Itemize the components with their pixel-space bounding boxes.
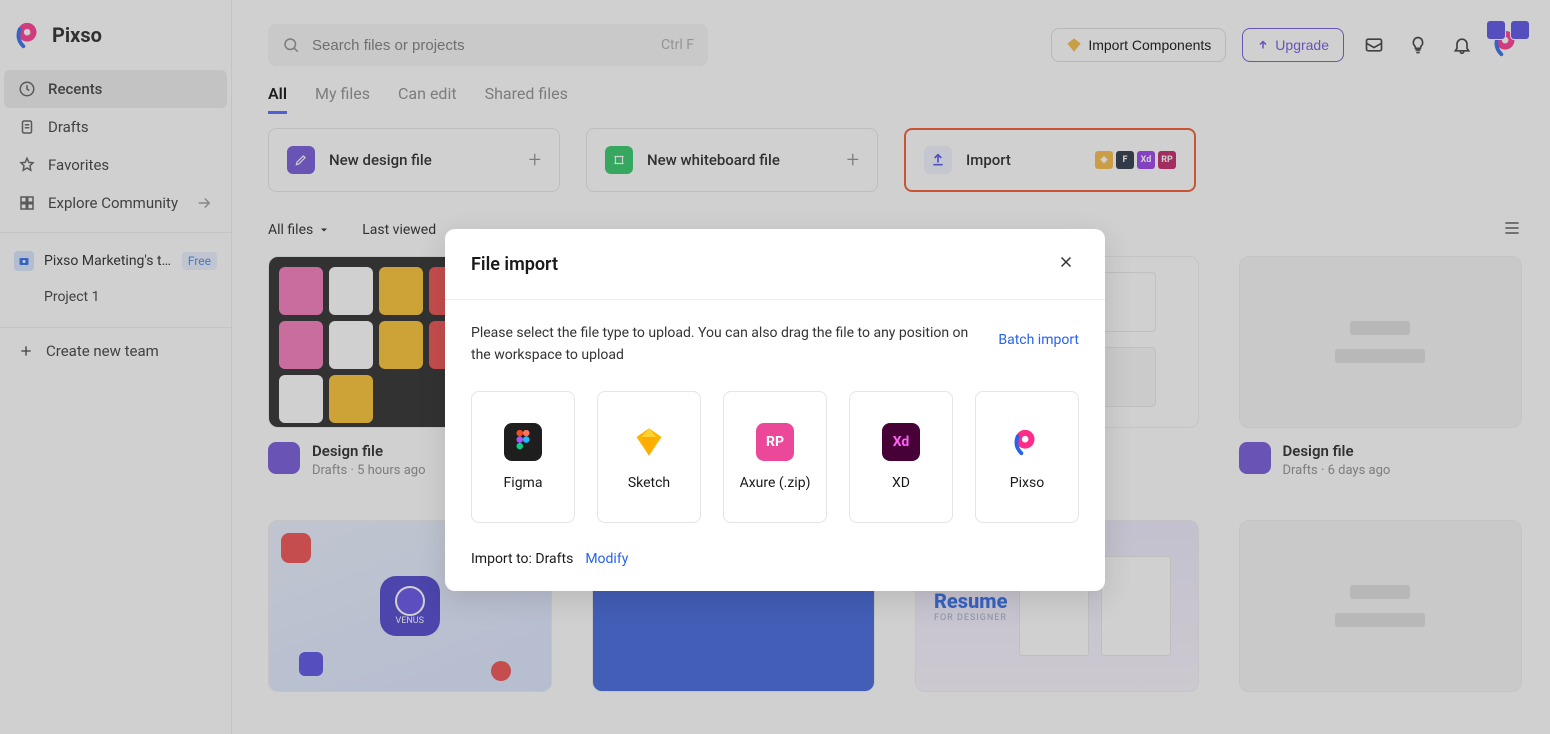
modal-title: File import <box>471 254 558 275</box>
type-label: Figma <box>504 475 543 491</box>
import-to-target: Drafts <box>535 551 573 567</box>
import-type-axure[interactable]: RP Axure (.zip) <box>723 391 827 523</box>
import-to-label: Import to: <box>471 551 532 567</box>
import-type-sketch[interactable]: Sketch <box>597 391 701 523</box>
import-destination: Import to: Drafts Modify <box>471 551 1079 567</box>
figma-icon <box>504 423 542 461</box>
modal-overlay[interactable]: File import Please select the file type … <box>0 0 1550 734</box>
close-icon <box>1057 253 1075 271</box>
type-label: XD <box>892 475 910 491</box>
file-type-grid: Figma Sketch RP Axure (.zip) Xd XD <box>471 391 1079 523</box>
axure-icon: RP <box>756 423 794 461</box>
pixso-icon <box>1008 423 1046 461</box>
xd-icon: Xd <box>882 423 920 461</box>
type-label: Sketch <box>628 475 670 491</box>
type-label: Axure (.zip) <box>740 475 811 491</box>
batch-import-link[interactable]: Batch import <box>998 322 1079 348</box>
import-type-pixso[interactable]: Pixso <box>975 391 1079 523</box>
import-type-figma[interactable]: Figma <box>471 391 575 523</box>
type-label: Pixso <box>1010 475 1044 491</box>
import-type-xd[interactable]: Xd XD <box>849 391 953 523</box>
file-import-modal: File import Please select the file type … <box>445 229 1105 591</box>
modal-close-button[interactable] <box>1053 249 1079 279</box>
sketch-icon <box>630 423 668 461</box>
modify-link[interactable]: Modify <box>585 551 628 567</box>
modal-description: Please select the file type to upload. Y… <box>471 322 970 367</box>
